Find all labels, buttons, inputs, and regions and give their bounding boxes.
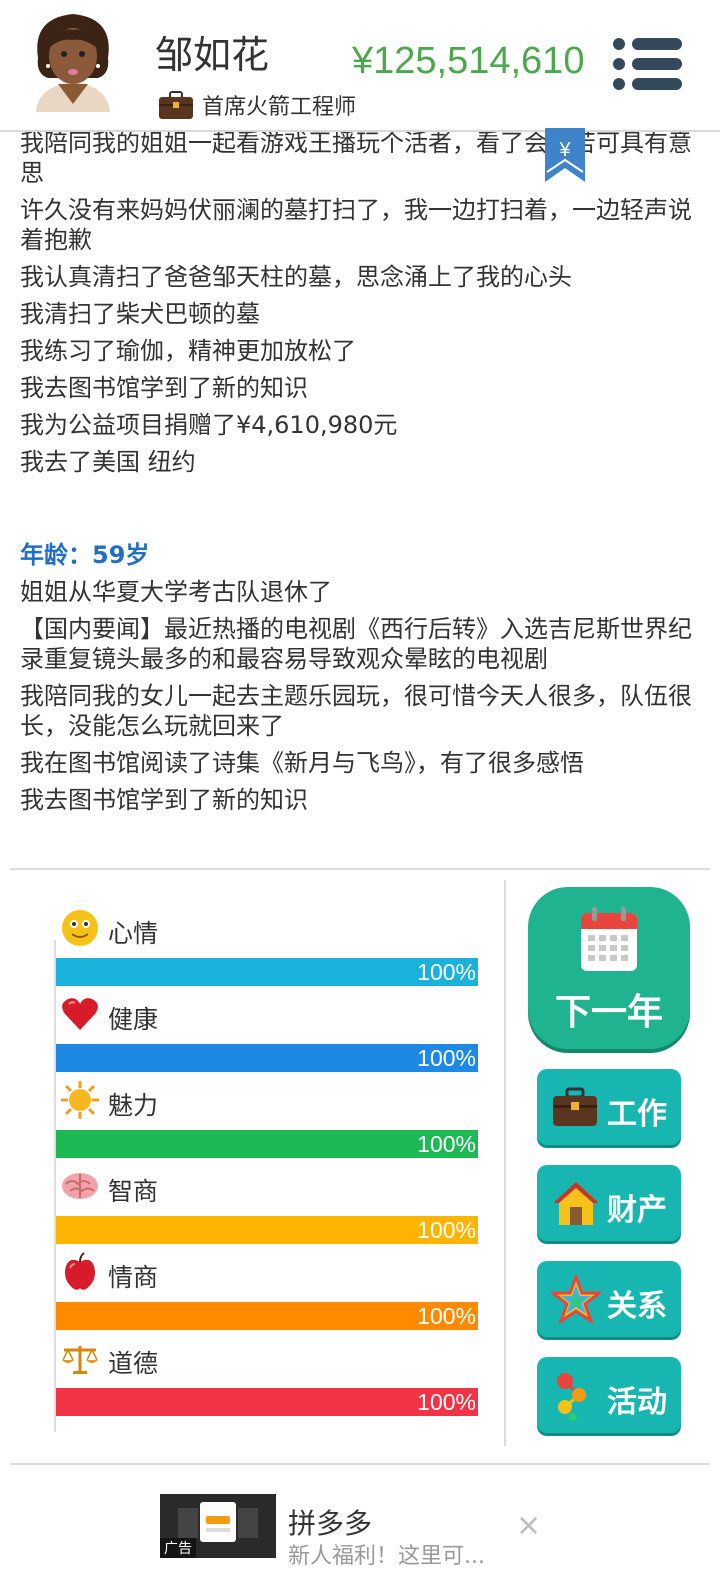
bookmark-glyph: ¥ — [558, 139, 571, 161]
stat-value: 100% — [417, 959, 476, 985]
assets-button[interactable]: 财产 — [537, 1165, 681, 1241]
stat-fill — [56, 1388, 478, 1416]
stat-value: 100% — [417, 1217, 476, 1243]
smiley-face-icon — [62, 910, 98, 946]
stat-label: 健康 — [108, 1005, 159, 1034]
log-line: 我去图书馆学到了新的知识 — [20, 786, 308, 814]
close-icon[interactable]: × — [516, 1508, 541, 1543]
stat-bar: 100% — [56, 1216, 478, 1244]
divider — [504, 880, 506, 1446]
brain-icon — [62, 1173, 98, 1199]
log-line: 我在图书馆阅读了诗集《新月与飞鸟》，有了很多感悟 — [20, 749, 584, 777]
work-label: 工作 — [607, 1097, 667, 1132]
star-icon — [551, 1275, 601, 1325]
log-line: 许久没有来妈妈伏丽澜的墓打扫了，我一边打扫着，一边轻声说着抱歉 — [20, 196, 692, 254]
divider — [10, 868, 710, 870]
ad-tag: 广告 — [160, 1538, 196, 1558]
briefcase-icon — [159, 91, 193, 119]
job-label: 首席火箭工程师 — [202, 95, 357, 120]
stat-fill — [56, 1302, 478, 1330]
stat-bar: 100% — [56, 1044, 478, 1072]
apple-icon — [65, 1252, 95, 1290]
character-name: 邹如花 — [155, 33, 270, 77]
log-line: 我认真清扫了爸爸邹天柱的墓，思念涌上了我的心头 — [20, 263, 572, 291]
stat-bar: 100% — [56, 1130, 478, 1158]
log-line: 我陪同我的姐姐一起看游戏王播玩个活者，看了会觉苦可具有意思 — [20, 129, 692, 187]
sun-icon — [61, 1081, 99, 1119]
stat-fill — [56, 1130, 478, 1158]
relations-label: 关系 — [607, 1289, 667, 1324]
money-balance: ¥125,514,610 — [352, 40, 585, 82]
briefcase-icon — [553, 1087, 597, 1126]
assets-label: 财产 — [607, 1193, 667, 1228]
log-line: 我去了美国 纽约 — [20, 448, 196, 476]
ad-banner[interactable]: 广告 拼多多 新人福利！这里可... × — [160, 1494, 560, 1569]
stat-value: 100% — [417, 1303, 476, 1329]
stat-fill — [56, 1044, 478, 1072]
ad-thumbnail[interactable]: 广告 — [160, 1494, 276, 1558]
stat-bar: 100% — [56, 958, 478, 986]
stat-bar: 100% — [56, 1388, 478, 1416]
stat-value: 100% — [417, 1389, 476, 1415]
stat-label: 道德 — [108, 1349, 159, 1378]
job-title: 首席火箭工程师 — [158, 88, 356, 122]
ad-title: 拼多多 — [288, 1507, 373, 1540]
stat-fill — [56, 958, 478, 986]
stat-label: 智商 — [108, 1177, 159, 1206]
log-line: 我练习了瑜伽，精神更加放松了 — [20, 337, 356, 365]
ad-subtitle: 新人福利！这里可... — [288, 1544, 485, 1569]
log-line: 我陪同我的女儿一起去主题乐园玩，很可惜今天人很多，队伍很长，没能怎么玩就回来了 — [20, 682, 692, 740]
stat-label: 心情 — [108, 919, 159, 948]
scales-icon — [62, 1346, 98, 1374]
activity-dots-icon — [557, 1373, 586, 1421]
stats-axis — [54, 940, 56, 1432]
stat-value: 100% — [417, 1131, 476, 1157]
divider — [10, 1463, 710, 1465]
hamburger-menu-icon[interactable] — [610, 34, 686, 94]
stat-fill — [56, 1216, 478, 1244]
yuan-bookmark-icon[interactable]: ¥ — [545, 128, 585, 182]
activities-button[interactable]: 活动 — [537, 1357, 681, 1433]
calendar-icon — [581, 907, 637, 971]
log-line: 我去图书馆学到了新的知识 — [20, 374, 308, 402]
activities-label: 活动 — [607, 1385, 667, 1420]
stat-value: 100% — [417, 1045, 476, 1071]
stat-label: 情商 — [108, 1263, 159, 1292]
log-spacer — [20, 484, 700, 540]
event-log[interactable]: 我陪同我的姐姐一起看游戏王播玩个活者，看了会觉苦可具有意思 许久没有来妈妈伏丽澜… — [20, 128, 700, 822]
house-icon — [553, 1182, 599, 1225]
avatar[interactable] — [28, 8, 118, 112]
work-button[interactable]: 工作 — [537, 1069, 681, 1145]
heart-icon — [62, 998, 98, 1030]
log-line: 姐姐从华夏大学考古队退休了 — [20, 578, 332, 606]
age-heading: 年龄：59岁 — [20, 541, 150, 569]
next-year-button[interactable]: 下一年 — [528, 887, 690, 1049]
log-line: 我清扫了柴犬巴顿的墓 — [20, 300, 260, 328]
log-line: 【国内要闻】最近热播的电视剧《西行后转》入选吉尼斯世界纪录重复镜头最多的和最容易… — [20, 615, 692, 673]
stat-bar: 100% — [56, 1302, 478, 1330]
stat-label: 魅力 — [108, 1091, 159, 1120]
next-year-label: 下一年 — [554, 992, 663, 1033]
header-bar: 邹如花 首席火箭工程师 ¥125,514,610 — [0, 0, 720, 132]
log-line: 我为公益项目捐赠了¥4,610,980元 — [20, 411, 398, 439]
relations-button[interactable]: 关系 — [537, 1261, 681, 1337]
